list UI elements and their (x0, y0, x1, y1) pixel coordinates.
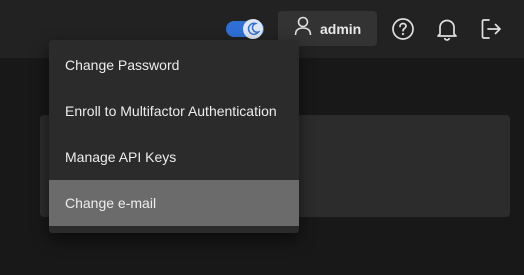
user-name-label: admin (320, 20, 362, 37)
theme-toggle[interactable] (226, 19, 264, 39)
help-icon[interactable] (390, 16, 416, 42)
logout-icon[interactable] (478, 16, 504, 42)
bell-icon[interactable] (434, 16, 460, 42)
menu-item-enroll-mfa[interactable]: Enroll to Multifactor Authentication (49, 88, 299, 134)
user-icon (294, 16, 312, 41)
user-dropdown-menu: Change Password Enroll to Multifactor Au… (49, 40, 299, 233)
menu-item-change-password[interactable]: Change Password (49, 42, 299, 88)
menu-item-change-email[interactable]: Change e-mail (49, 180, 299, 226)
menu-item-manage-api-keys[interactable]: Manage API Keys (49, 134, 299, 180)
theme-toggle-moon-icon (243, 19, 263, 39)
